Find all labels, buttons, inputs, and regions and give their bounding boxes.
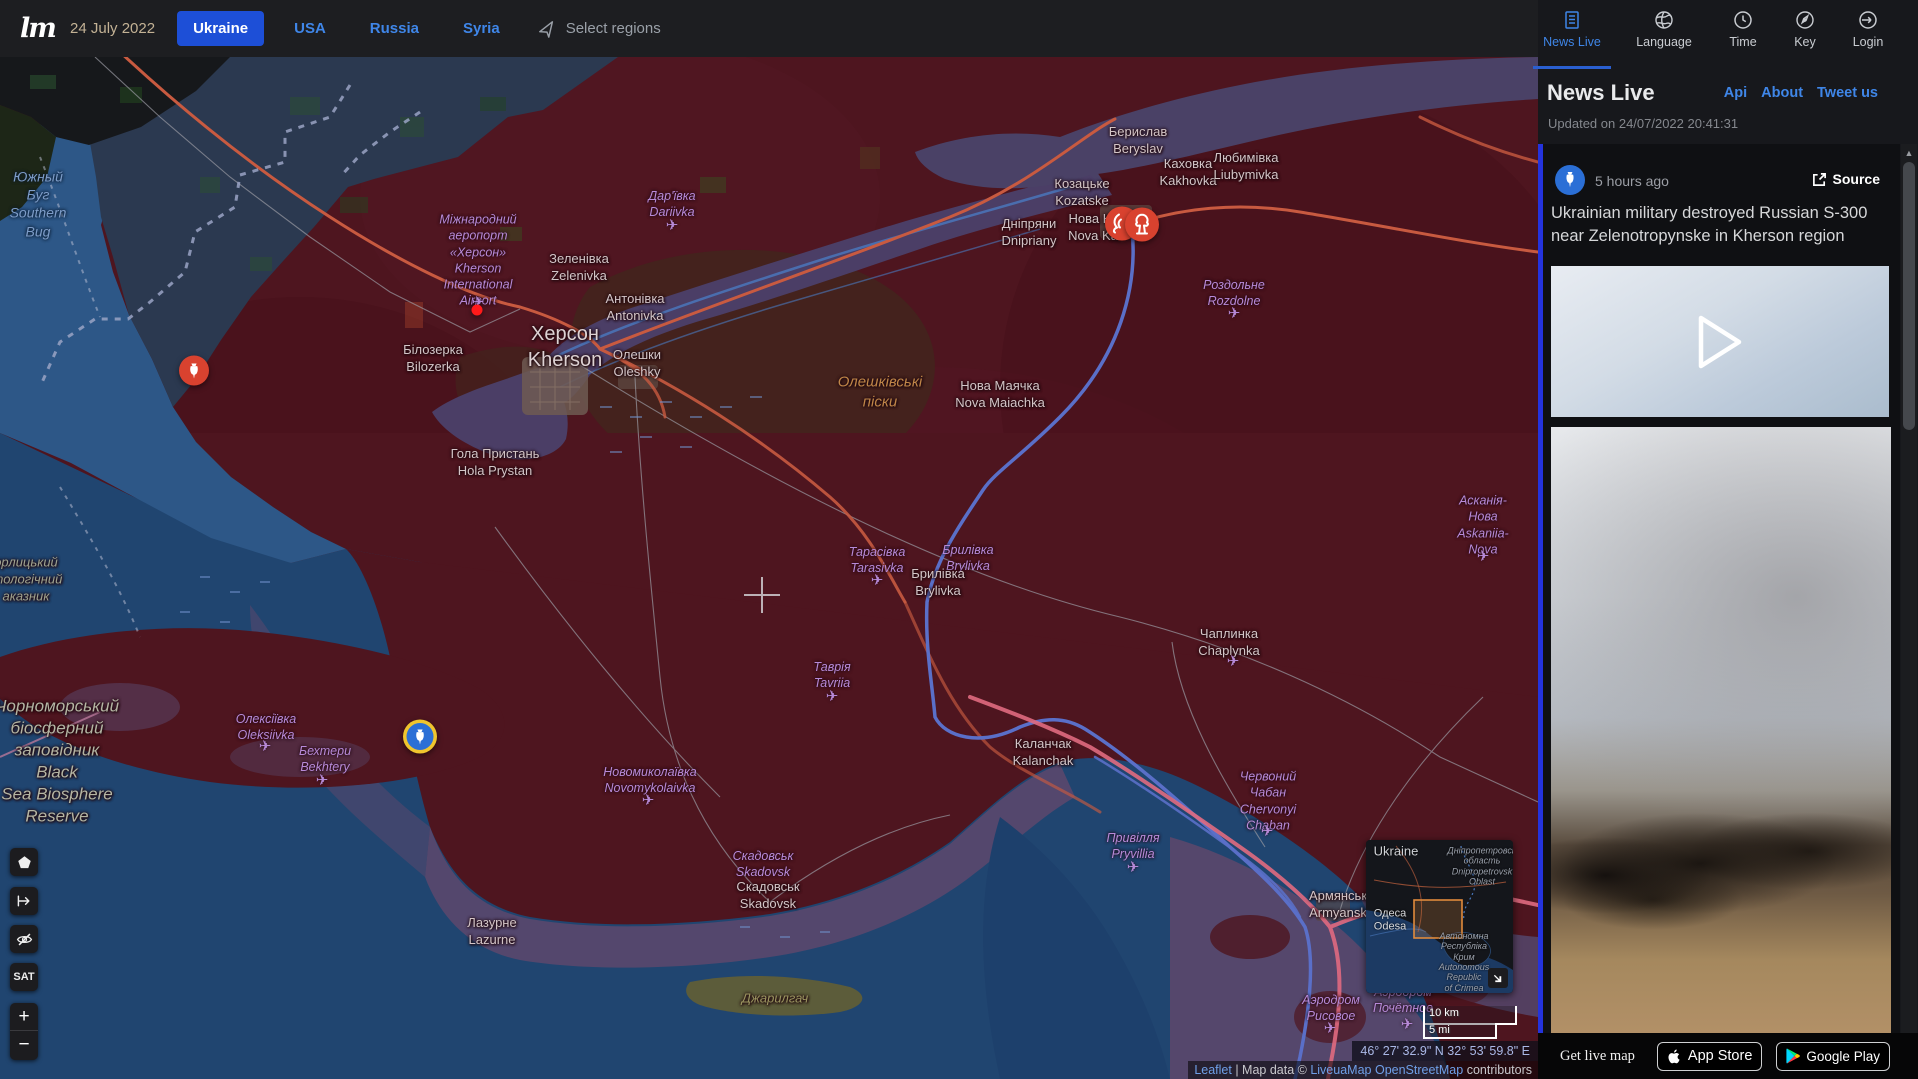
select-regions-button[interactable]: Select regions bbox=[538, 20, 661, 38]
globe-icon bbox=[1624, 8, 1704, 32]
minimap-collapse-button[interactable] bbox=[1488, 968, 1508, 988]
source-label: Source bbox=[1832, 171, 1880, 187]
news-feed: 5 hours ago Source Ukrainian military de… bbox=[1538, 144, 1900, 1033]
mouse-coordinates: 46° 27' 32.9" N 32° 53' 59.8" E bbox=[1352, 1041, 1538, 1061]
liveuamap-app: lm 24 July 2022 Ukraine USA Russia Syria Se… bbox=[0, 0, 1918, 1079]
polygon-icon bbox=[17, 855, 31, 868]
panel-link-about[interactable]: About bbox=[1761, 85, 1803, 101]
panel-links: Api About Tweet us bbox=[1710, 84, 1878, 102]
draw-polygon-button[interactable] bbox=[10, 848, 38, 876]
map-canvas[interactable]: ЮжныйБугSouthernBugорлицькийітологічнийа… bbox=[0, 57, 1538, 1079]
login-icon bbox=[1828, 8, 1908, 32]
event-marker-bomb-red[interactable] bbox=[178, 355, 210, 392]
news-headline[interactable]: Ukrainian military destroyed Russian S-3… bbox=[1551, 202, 1891, 248]
external-link-icon bbox=[1812, 172, 1826, 186]
zoom-out-button[interactable]: − bbox=[10, 1031, 38, 1059]
event-marker-mushroom[interactable] bbox=[1124, 207, 1160, 248]
zoom-in-button[interactable]: + bbox=[10, 1003, 38, 1031]
hide-markers-button[interactable] bbox=[10, 925, 38, 953]
news-photo[interactable] bbox=[1551, 427, 1891, 1033]
panel-footer: Get live map App Store Google Play bbox=[1538, 1033, 1918, 1079]
news-panel: News Live Language Time Key Login News Live … bbox=[1533, 0, 1918, 1079]
leaflet-link[interactable]: Leaflet bbox=[1194, 1063, 1232, 1077]
nav-tab-label: Language bbox=[1636, 35, 1692, 49]
contributors-text: contributors bbox=[1463, 1063, 1532, 1077]
event-marker-bomb-ua[interactable] bbox=[402, 719, 438, 760]
source-link[interactable]: Source bbox=[1812, 171, 1880, 187]
play-icon bbox=[1698, 315, 1742, 368]
nav-tab-language[interactable]: Language bbox=[1624, 8, 1704, 49]
app-store-label: App Store bbox=[1687, 1048, 1753, 1064]
apple-icon bbox=[1668, 1048, 1680, 1063]
google-play-icon bbox=[1786, 1048, 1801, 1064]
cursor-arrow-icon bbox=[538, 20, 553, 38]
nav-tab-label: Login bbox=[1852, 35, 1884, 49]
updated-timestamp: Updated on 24/07/2022 20:41:31 bbox=[1548, 116, 1739, 131]
nav-tab-label: News Live bbox=[1543, 35, 1601, 49]
satellite-toggle-button[interactable]: SAT bbox=[10, 963, 38, 991]
attribution-text: | Map data © bbox=[1231, 1063, 1311, 1077]
feed-scrollbar[interactable]: ▲ bbox=[1901, 144, 1917, 1033]
openstreetmap-link[interactable]: OpenStreetMap bbox=[1375, 1063, 1463, 1077]
bomb-marker-icon bbox=[1555, 165, 1585, 195]
top-bar: lm 24 July 2022 Ukraine USA Russia Syria Se… bbox=[0, 0, 1538, 57]
panel-link-api[interactable]: Api bbox=[1724, 85, 1747, 101]
region-tab-usa[interactable]: USA bbox=[280, 12, 340, 45]
map-terrain bbox=[0, 57, 1538, 1079]
region-tab-russia[interactable]: Russia bbox=[356, 12, 433, 45]
liveuamap-link[interactable]: LiveuaMap bbox=[1310, 1063, 1371, 1077]
collapse-arrow-icon bbox=[1493, 974, 1501, 982]
app-store-button[interactable]: App Store bbox=[1656, 1041, 1763, 1071]
region-tab-syria[interactable]: Syria bbox=[449, 12, 514, 45]
news-timestamp: 5 hours ago bbox=[1595, 173, 1669, 189]
news-icon bbox=[1532, 8, 1612, 32]
measure-button[interactable] bbox=[10, 887, 38, 915]
eye-slash-icon bbox=[16, 933, 32, 945]
select-regions-label: Select regions bbox=[565, 20, 661, 37]
region-tabs: Ukraine USA Russia Syria bbox=[177, 11, 530, 46]
map-scale: 10 km 5 mi bbox=[1423, 1006, 1517, 1039]
google-play-button[interactable]: Google Play bbox=[1776, 1041, 1890, 1071]
event-marker-red-dot[interactable] bbox=[471, 303, 483, 321]
get-live-map-link[interactable]: Get live map bbox=[1560, 1048, 1635, 1065]
map-attribution: Leaflet | Map data © LiveuaMap OpenStree… bbox=[1188, 1061, 1538, 1079]
video-thumbnail[interactable] bbox=[1551, 266, 1889, 417]
scroll-up-arrow[interactable]: ▲ bbox=[1901, 146, 1917, 160]
minimap[interactable]: Ukraine Дніпропетровсь область Dnipropetrov… bbox=[1366, 840, 1513, 993]
measure-arrow-icon bbox=[17, 895, 30, 907]
zoom-controls: + − bbox=[10, 1003, 38, 1060]
panel-link-tweet-us[interactable]: Tweet us bbox=[1817, 85, 1878, 101]
nav-tab-news-live[interactable]: News Live bbox=[1532, 8, 1612, 69]
current-date[interactable]: 24 July 2022 bbox=[70, 20, 155, 37]
nav-tab-login[interactable]: Login bbox=[1828, 8, 1908, 49]
panel-title: News Live bbox=[1547, 80, 1655, 105]
liveuamap-logo[interactable]: lm bbox=[20, 13, 64, 44]
active-tab-underline bbox=[1533, 66, 1611, 69]
sat-label: SAT bbox=[13, 971, 35, 983]
scrollbar-thumb[interactable] bbox=[1903, 162, 1915, 430]
google-play-label: Google Play bbox=[1806, 1048, 1880, 1064]
scale-mi: 5 mi bbox=[1423, 1023, 1497, 1039]
region-tab-ukraine[interactable]: Ukraine bbox=[177, 11, 265, 46]
